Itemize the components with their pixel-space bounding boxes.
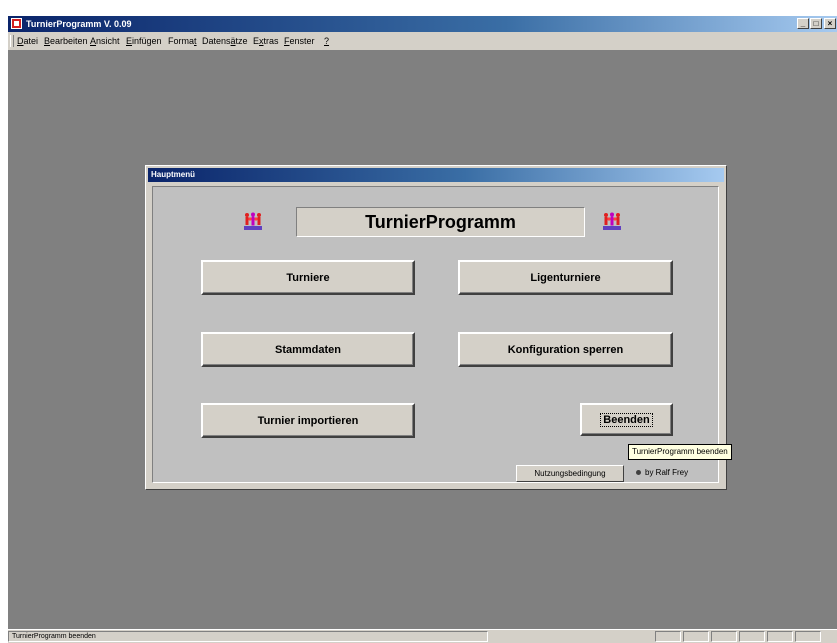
bullet-icon — [636, 470, 641, 476]
main-menu-form: Hauptmenü TurnierProgramm Turniere Ligen… — [145, 165, 727, 490]
people-icon — [603, 212, 621, 230]
minimize-button[interactable]: _ — [797, 18, 809, 29]
turnier-importieren-button[interactable]: Turnier importieren — [201, 403, 415, 438]
status-panel — [711, 631, 737, 642]
maximize-button[interactable]: □ — [810, 18, 822, 29]
form-titlebar[interactable]: Hauptmenü — [148, 168, 724, 182]
beenden-button[interactable]: Beenden — [580, 403, 673, 436]
menu-einfuegen[interactable]: Einfügen — [126, 36, 162, 46]
status-panel — [739, 631, 765, 642]
stammdaten-button[interactable]: Stammdaten — [201, 332, 415, 367]
people-icon — [244, 212, 262, 230]
menu-datensaetze[interactable]: Datensätze — [202, 36, 248, 46]
window-titlebar[interactable]: TurnierProgramm V. 0.09 _ □ × — [8, 16, 837, 32]
menu-fenster[interactable]: Fenster — [284, 36, 315, 46]
konfiguration-sperren-button[interactable]: Konfiguration sperren — [458, 332, 673, 367]
status-bar: TurnierProgramm beenden — [8, 629, 837, 643]
status-panel — [767, 631, 793, 642]
app-icon[interactable] — [11, 18, 22, 29]
menu-help[interactable]: ? — [324, 36, 329, 46]
ligenturniere-button[interactable]: Ligenturniere — [458, 260, 673, 295]
window-title: TurnierProgramm V. 0.09 — [26, 19, 132, 29]
menu-bearbeiten[interactable]: Bearbeiten — [44, 36, 88, 46]
turniere-button[interactable]: Turniere — [201, 260, 415, 295]
nutzungsbedingung-button[interactable]: Nutzungsbedingung — [516, 465, 624, 482]
program-heading: TurnierProgramm — [296, 207, 585, 237]
status-panel — [683, 631, 709, 642]
menu-format[interactable]: Format — [168, 36, 197, 46]
menu-extras[interactable]: Extras — [253, 36, 279, 46]
status-panel — [655, 631, 681, 642]
status-text: TurnierProgramm beenden — [8, 631, 488, 642]
form-panel: TurnierProgramm Turniere Ligenturniere S… — [152, 186, 719, 483]
status-panel — [795, 631, 821, 642]
author-credit: by Ralf Frey — [636, 468, 688, 477]
menu-datei[interactable]: Datei — [17, 36, 38, 46]
beenden-tooltip: TurnierProgramm beenden — [628, 444, 732, 460]
menu-grip[interactable] — [10, 35, 14, 47]
close-button[interactable]: × — [824, 18, 836, 29]
menu-bar: Datei Bearbeiten Ansicht Einfügen Format… — [8, 32, 837, 51]
menu-ansicht[interactable]: Ansicht — [90, 36, 120, 46]
